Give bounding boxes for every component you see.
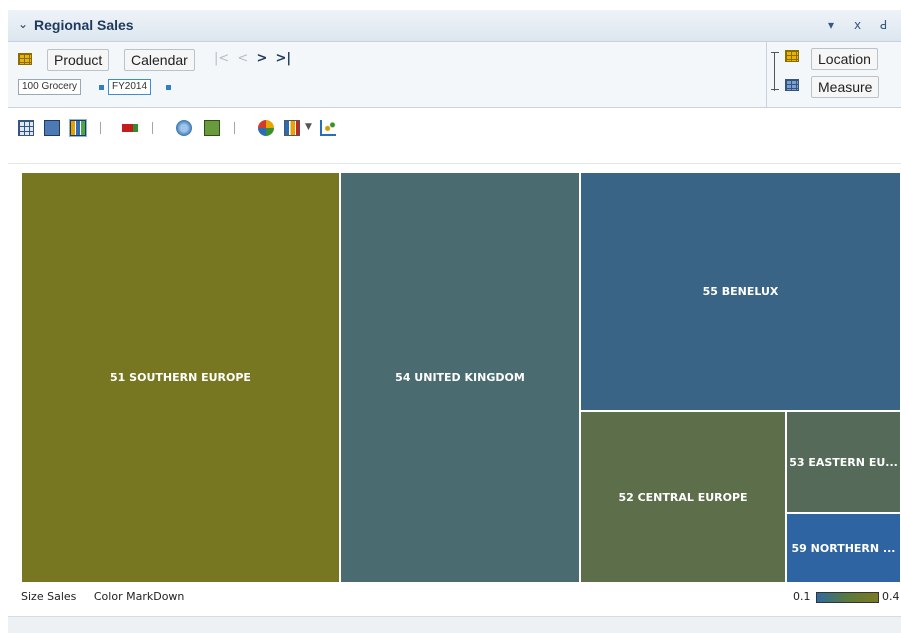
tile-label: 53 EASTERN EU...	[789, 455, 898, 469]
first-page-icon[interactable]: |<	[214, 51, 229, 66]
tile-label: 52 CENTRAL EUROPE	[618, 490, 748, 504]
regional-sales-window: ⌄ Regional Sales ▾ ⅹ ꓒ Product Calendar …	[0, 0, 901, 633]
highlight-icon[interactable]	[122, 124, 138, 132]
view-toolbar: ▼	[8, 112, 901, 150]
column-axis-grid-icon	[785, 50, 799, 62]
filter-separator-icon	[99, 85, 104, 90]
treemap-tile-benelux[interactable]: 55 BENELUX	[580, 172, 901, 411]
next-page-icon[interactable]: >	[256, 51, 267, 66]
treemap-tile-eastern-europe[interactable]: 53 EASTERN EU...	[786, 411, 901, 513]
column-axis-panel: Location Measure	[766, 42, 901, 108]
treemap-chart: 51 SOUTHERN EUROPE 54 UNITED KINGDOM 55 …	[21, 172, 901, 583]
pivot-area: Product Calendar |< < > >| 100 Grocery F…	[8, 42, 901, 108]
treemap-tile-central-europe[interactable]: 52 CENTRAL EUROPE	[580, 411, 786, 583]
scatter-chart-icon[interactable]	[320, 120, 336, 136]
product-button[interactable]: Product	[47, 49, 110, 71]
size-label: Size	[21, 590, 44, 603]
dropdown-triangle-icon[interactable]: ▾	[828, 18, 834, 32]
status-bar	[8, 616, 901, 633]
maximize-icon[interactable]: ꓒ	[880, 18, 887, 32]
treemap-tile-northern-europe[interactable]: 59 NORTHERN ...	[786, 513, 901, 583]
measure-grid-icon	[785, 79, 799, 91]
toolbar-separator	[152, 122, 153, 134]
tile-label: 55 BENELUX	[702, 285, 779, 298]
panel-title: Regional Sales	[34, 17, 134, 33]
filter-separator-icon	[166, 85, 171, 90]
toolbar-divider	[8, 163, 901, 164]
tile-label: 59 NORTHERN ...	[791, 541, 896, 555]
color-label: Color	[93, 590, 123, 603]
color-value: MarkDown	[126, 590, 185, 603]
previous-page-icon[interactable]: <	[237, 51, 248, 66]
tile-label: 54 UNITED KINGDOM	[395, 371, 525, 384]
treemap-tile-united-kingdom[interactable]: 54 UNITED KINGDOM	[340, 172, 580, 583]
chart-view-icon[interactable]	[69, 119, 87, 137]
chart-type-icon[interactable]	[284, 120, 300, 136]
treemap-tile-southern-europe[interactable]: 51 SOUTHERN EUROPE	[21, 172, 340, 583]
chart-options-icon[interactable]	[258, 120, 274, 136]
calendar-button[interactable]: Calendar	[124, 49, 195, 71]
toolbar-separator	[100, 122, 101, 134]
scale-min-label: 0.1	[793, 590, 811, 603]
axis-bracket-icon	[771, 52, 779, 91]
location-button[interactable]: Location	[811, 48, 878, 70]
collapse-chevron-icon[interactable]: ⌄	[18, 17, 28, 31]
row-axis-grid-icon	[18, 53, 32, 65]
minimize-icon[interactable]: ⅹ	[854, 18, 861, 32]
chart-type-dropdown-icon[interactable]: ▼	[305, 122, 312, 132]
swap-axes-icon[interactable]	[176, 120, 192, 136]
size-value: Sales	[47, 590, 77, 603]
page-navigation: |< < > >|	[214, 51, 295, 66]
filter-chip-grocery[interactable]: 100 Grocery	[18, 79, 82, 95]
filter-chip-fy2014[interactable]: FY2014	[108, 79, 152, 95]
color-scale-gradient	[816, 592, 879, 603]
grid-view-icon[interactable]	[18, 120, 34, 136]
toolbar-separator	[234, 122, 235, 134]
treemap-legend: Size Sales Color MarkDown	[21, 590, 184, 603]
scale-max-label: 0.4	[882, 590, 900, 603]
tile-label: 51 SOUTHERN EUROPE	[110, 371, 251, 384]
measure-button[interactable]: Measure	[811, 76, 880, 98]
pivot-icon[interactable]	[204, 120, 220, 136]
last-page-icon[interactable]: >|	[276, 51, 292, 66]
chart-grid-view-icon[interactable]	[44, 120, 60, 136]
panel-header: ⌄ Regional Sales ▾ ⅹ ꓒ	[8, 10, 901, 42]
